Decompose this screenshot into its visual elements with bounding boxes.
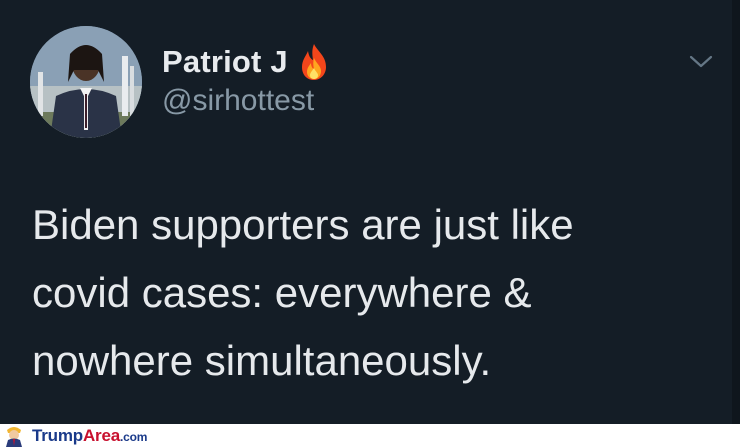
author-handle[interactable]: @sirhottest <box>162 84 314 118</box>
chevron-down-icon[interactable] <box>688 50 714 72</box>
watermark-logo: TrumpArea.com <box>32 425 148 445</box>
tweet-text-line: nowhere simultaneously. <box>32 337 492 384</box>
scrollbar[interactable] <box>732 0 740 424</box>
tweet-text-line: Biden supporters are just like <box>32 201 574 248</box>
watermark-bar: TrumpArea.com <box>0 424 740 447</box>
mascot-icon <box>6 427 22 447</box>
author-name-row: Patriot J <box>162 42 332 82</box>
display-name[interactable]: Patriot J <box>162 44 288 80</box>
tweet-text: Biden supporters are just like covid cas… <box>32 191 692 395</box>
fire-icon <box>301 44 326 80</box>
avatar[interactable] <box>30 26 142 138</box>
avatar-photo <box>30 26 142 138</box>
tweet-text-line: covid cases: everywhere & <box>32 269 532 316</box>
tweet-card: Patriot J @sirhottest Biden supporters a… <box>0 0 740 424</box>
